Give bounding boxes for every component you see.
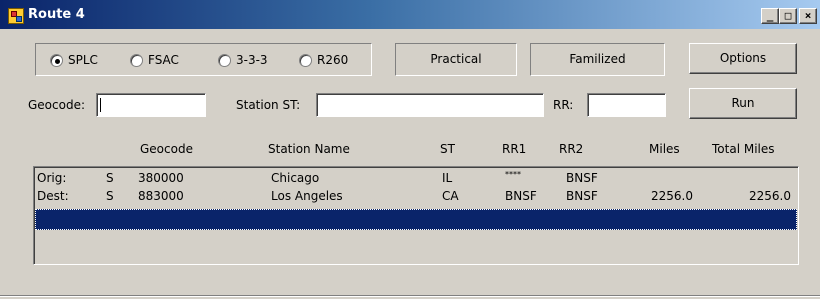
radio-fsac-label: FSAC — [148, 53, 179, 67]
options-button-label: Options — [719, 51, 767, 65]
row-miles: 2256.0 — [651, 189, 693, 203]
col-header-st: ST — [440, 142, 455, 156]
radio-fsac-circle — [130, 54, 143, 67]
radio-r260-label: R260 — [317, 53, 349, 67]
row-type: Orig: — [37, 171, 67, 185]
close-button[interactable]: × — [799, 8, 817, 24]
status-divider-highlight — [0, 296, 820, 297]
radio-splc-circle — [50, 54, 63, 67]
radio-splc-label: SPLC — [68, 53, 98, 67]
col-header-miles: Miles — [649, 142, 680, 156]
app-icon — [8, 8, 24, 24]
geocode-label: Geocode: — [28, 98, 86, 112]
radio-selected-dot — [55, 59, 60, 64]
row-total-miles: 2256.0 — [749, 189, 791, 203]
radio-333-circle — [218, 54, 231, 67]
row-st: IL — [442, 171, 453, 185]
maximize-button[interactable]: □ — [779, 8, 797, 24]
col-header-total-miles: Total Miles — [712, 142, 775, 156]
radio-r260-circle — [299, 54, 312, 67]
text-caret — [100, 97, 101, 112]
row-st: CA — [442, 189, 459, 203]
col-header-rr1: RR1 — [502, 142, 527, 156]
rr-input[interactable] — [587, 93, 666, 117]
radio-333-label: 3-3-3 — [236, 53, 268, 67]
row-code: S — [106, 171, 114, 185]
row-type: Dest: — [37, 189, 69, 203]
practical-label: Practical — [430, 52, 482, 66]
run-button-label: Run — [731, 96, 755, 110]
minimize-button[interactable]: _ — [761, 8, 779, 24]
window-title: Route 4 — [28, 7, 85, 22]
col-header-station-name: Station Name — [268, 142, 350, 156]
table-row[interactable]: Dest: S 883000 Los Angeles CA BNSF BNSF … — [35, 187, 797, 205]
station-input[interactable] — [316, 93, 544, 117]
row-rr1: BNSF — [505, 189, 537, 203]
row-rr2: BNSF — [566, 171, 598, 185]
route-list[interactable]: Orig: S 380000 Chicago IL **** BNSF Dest… — [33, 166, 799, 265]
row-station-name: Chicago — [271, 171, 320, 185]
run-button[interactable]: Run — [689, 88, 797, 119]
practical-toggle[interactable]: Practical — [395, 43, 517, 76]
col-header-geocode: Geocode — [140, 142, 193, 156]
rr-label: RR: — [553, 98, 574, 112]
selected-empty-row[interactable] — [35, 209, 797, 230]
col-header-rr2: RR2 — [559, 142, 584, 156]
row-rr1: **** — [505, 170, 521, 179]
station-label: Station ST: — [236, 98, 301, 112]
row-station-name: Los Angeles — [271, 189, 343, 203]
row-geocode: 883000 — [138, 189, 184, 203]
options-button[interactable]: Options — [689, 43, 797, 74]
geocode-input[interactable] — [96, 93, 206, 117]
row-rr2: BNSF — [566, 189, 598, 203]
table-row[interactable]: Orig: S 380000 Chicago IL **** BNSF — [35, 169, 797, 187]
row-geocode: 380000 — [138, 171, 184, 185]
title-bar[interactable]: Route 4 _ □ × — [0, 0, 820, 29]
familized-label: Familized — [569, 52, 626, 66]
familized-toggle[interactable]: Familized — [530, 43, 665, 76]
row-code: S — [106, 189, 114, 203]
